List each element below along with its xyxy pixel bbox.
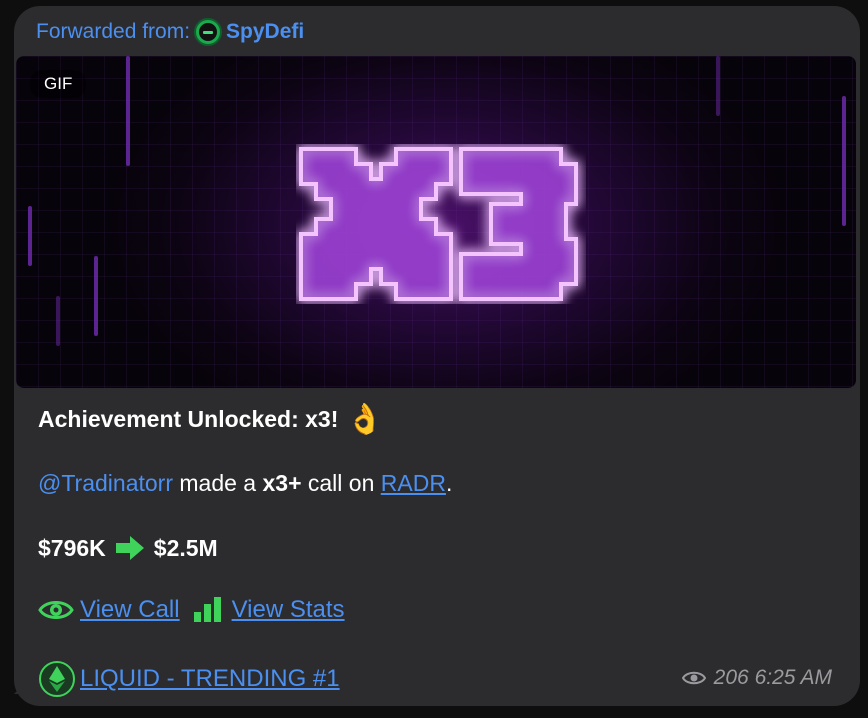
token-link[interactable]: RADR — [381, 470, 446, 496]
links-line: View Call View Stats — [38, 596, 345, 624]
price-to: $2.5M — [153, 534, 218, 561]
mention-link[interactable]: @Tradinatorr — [38, 470, 173, 496]
title-text: Achievement Unlocked: x3! — [38, 406, 339, 432]
message-meta: 206 6:25 AM — [681, 666, 832, 690]
view-count: 206 — [713, 666, 749, 689]
message-time: 6:25 AM — [754, 666, 832, 689]
view-call-link[interactable]: View Call — [80, 596, 180, 624]
price-from: $796K — [38, 534, 106, 561]
x3-neon-graphic — [299, 147, 578, 301]
message-title: Achievement Unlocked: x3! 👌 — [38, 402, 384, 437]
ethereum-icon — [39, 661, 75, 697]
channel-avatar[interactable] — [194, 18, 223, 46]
view-stats-link[interactable]: View Stats — [232, 596, 345, 624]
trending-link[interactable]: LIQUID - TRENDING #1 — [80, 665, 340, 693]
period-text: . — [445, 470, 453, 496]
message-bubble: Forwarded from: SpyDefi GIF Achievement … — [14, 6, 860, 706]
forwarded-channel-name[interactable]: SpyDefi — [226, 20, 304, 44]
arrow-right-icon — [113, 534, 146, 562]
eye-icon — [38, 601, 74, 619]
price-line: $796K $2.5M — [38, 534, 218, 562]
trending-line: LIQUID - TRENDING #1 — [38, 660, 340, 698]
call-on-text: call on — [307, 470, 375, 496]
call-line: @Tradinatorr made a x3+ call on RADR. — [38, 470, 452, 497]
bar-chart-icon — [193, 597, 221, 622]
views-eye-icon — [681, 671, 706, 685]
forwarded-prefix: Forwarded from: — [36, 20, 191, 43]
bubble-tail — [14, 672, 36, 694]
gif-media[interactable]: GIF — [16, 56, 856, 388]
made-a-text: made a — [179, 470, 257, 496]
gif-badge: GIF — [30, 70, 87, 98]
ok-hand-emoji: 👌 — [346, 403, 384, 436]
multiplier-text: x3+ — [262, 470, 302, 496]
forwarded-header[interactable]: Forwarded from: SpyDefi — [36, 18, 304, 46]
